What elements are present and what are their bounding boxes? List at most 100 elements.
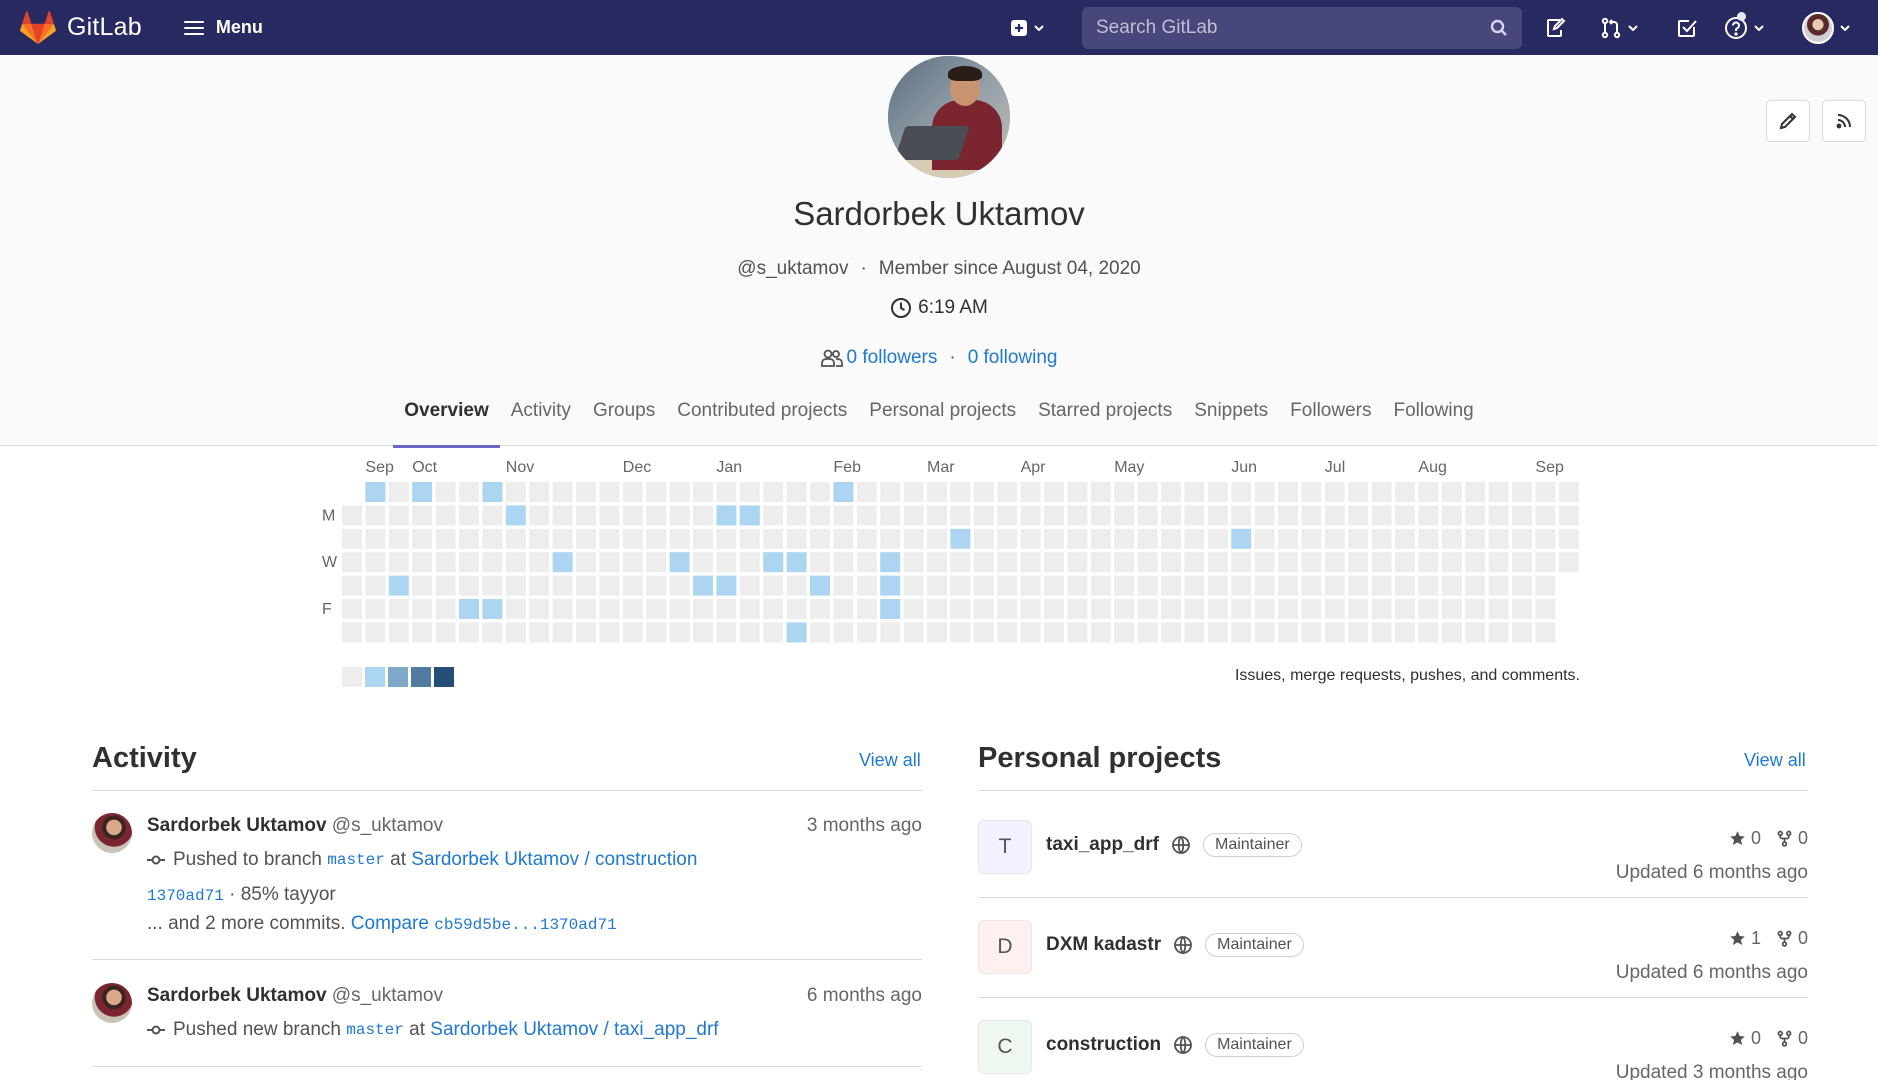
calendar-day-cell[interactable] [1324, 505, 1345, 526]
calendar-day-cell[interactable] [1254, 528, 1275, 549]
calendar-day-cell[interactable] [1114, 622, 1135, 643]
calendar-day-cell[interactable] [856, 528, 877, 549]
calendar-day-cell[interactable] [435, 575, 456, 596]
calendar-day-cell[interactable] [786, 552, 807, 573]
calendar-day-cell[interactable] [739, 552, 760, 573]
calendar-day-cell[interactable] [1371, 552, 1392, 573]
calendar-day-cell[interactable] [669, 575, 690, 596]
project-avatar[interactable]: C [978, 1020, 1032, 1074]
calendar-day-cell[interactable] [505, 575, 526, 596]
calendar-day-cell[interactable] [388, 528, 409, 549]
calendar-day-cell[interactable] [622, 622, 643, 643]
calendar-day-cell[interactable] [810, 482, 830, 502]
tab-starred-projects[interactable]: Starred projects [1027, 400, 1183, 436]
calendar-day-cell[interactable] [1488, 622, 1509, 643]
calendar-day-cell[interactable] [1512, 505, 1532, 526]
tab-overview[interactable]: Overview [393, 400, 500, 448]
calendar-day-cell[interactable] [1488, 599, 1509, 619]
calendar-day-cell[interactable] [1278, 552, 1298, 573]
star-count[interactable]: 0 [1751, 828, 1761, 849]
calendar-day-cell[interactable] [1137, 622, 1158, 643]
calendar-day-cell[interactable] [669, 482, 690, 502]
calendar-day-cell[interactable] [669, 505, 690, 526]
calendar-day-cell[interactable] [1067, 575, 1088, 596]
star-count[interactable]: 0 [1751, 1028, 1761, 1049]
calendar-day-cell[interactable] [997, 528, 1018, 549]
calendar-day-cell[interactable] [365, 505, 386, 526]
calendar-day-cell[interactable] [646, 482, 667, 502]
calendar-day-cell[interactable] [1371, 575, 1392, 596]
calendar-day-cell[interactable] [833, 528, 854, 549]
calendar-day-cell[interactable] [997, 599, 1018, 619]
calendar-day-cell[interactable] [552, 552, 573, 573]
calendar-day-cell[interactable] [903, 552, 924, 573]
calendar-day-cell[interactable] [622, 505, 643, 526]
calendar-day-cell[interactable] [1395, 505, 1415, 526]
calendar-day-cell[interactable] [1395, 528, 1415, 549]
calendar-day-cell[interactable] [763, 599, 784, 619]
calendar-day-cell[interactable] [388, 552, 409, 573]
calendar-day-cell[interactable] [1278, 575, 1298, 596]
calendar-day-cell[interactable] [599, 622, 620, 643]
commit-sha-link[interactable]: 1370ad71 [147, 884, 224, 906]
calendar-day-cell[interactable] [342, 505, 362, 526]
calendar-day-cell[interactable] [1535, 599, 1556, 619]
calendar-day-cell[interactable] [833, 505, 854, 526]
calendar-day-cell[interactable] [646, 528, 667, 549]
calendar-day-cell[interactable] [1231, 575, 1252, 596]
calendar-day-cell[interactable] [1254, 505, 1275, 526]
calendar-day-cell[interactable] [342, 575, 362, 596]
fork-count[interactable]: 0 [1798, 928, 1808, 949]
calendar-day-cell[interactable] [435, 599, 456, 619]
calendar-day-cell[interactable] [669, 599, 690, 619]
rss-feed-button[interactable] [1822, 100, 1866, 142]
calendar-day-cell[interactable] [482, 622, 503, 643]
merge-requests-dropdown[interactable] [1600, 12, 1638, 44]
calendar-day-cell[interactable] [1207, 575, 1228, 596]
calendar-day-cell[interactable] [1184, 575, 1205, 596]
calendar-day-cell[interactable] [1465, 575, 1486, 596]
calendar-day-cell[interactable] [997, 622, 1018, 643]
calendar-day-cell[interactable] [1512, 552, 1532, 573]
calendar-day-cell[interactable] [903, 599, 924, 619]
calendar-day-cell[interactable] [880, 599, 901, 619]
calendar-day-cell[interactable] [435, 505, 456, 526]
calendar-day-cell[interactable] [646, 622, 667, 643]
calendar-day-cell[interactable] [459, 622, 479, 643]
calendar-day-cell[interactable] [342, 599, 362, 619]
calendar-day-cell[interactable] [810, 599, 830, 619]
calendar-day-cell[interactable] [1020, 622, 1041, 643]
calendar-day-cell[interactable] [576, 552, 596, 573]
calendar-day-cell[interactable] [576, 575, 596, 596]
calendar-day-cell[interactable] [880, 552, 901, 573]
calendar-day-cell[interactable] [973, 575, 994, 596]
calendar-day-cell[interactable] [1207, 552, 1228, 573]
calendar-day-cell[interactable] [1278, 482, 1298, 502]
calendar-day-cell[interactable] [1114, 482, 1135, 502]
calendar-day-cell[interactable] [880, 575, 901, 596]
issues-nav-button[interactable] [1545, 12, 1567, 44]
help-dropdown[interactable] [1724, 12, 1764, 44]
calendar-day-cell[interactable] [1161, 482, 1181, 502]
calendar-day-cell[interactable] [1418, 505, 1439, 526]
calendar-day-cell[interactable] [810, 505, 830, 526]
calendar-day-cell[interactable] [1278, 599, 1298, 619]
calendar-day-cell[interactable] [576, 505, 596, 526]
calendar-day-cell[interactable] [950, 528, 971, 549]
calendar-day-cell[interactable] [1488, 482, 1509, 502]
calendar-day-cell[interactable] [973, 622, 994, 643]
calendar-day-cell[interactable] [880, 622, 901, 643]
calendar-day-cell[interactable] [1488, 575, 1509, 596]
calendar-day-cell[interactable] [622, 528, 643, 549]
calendar-day-cell[interactable] [973, 552, 994, 573]
calendar-day-cell[interactable] [1254, 575, 1275, 596]
project-name-link[interactable]: DXM kadastr [1046, 934, 1161, 956]
calendar-day-cell[interactable] [1348, 482, 1369, 502]
calendar-day-cell[interactable] [646, 552, 667, 573]
calendar-day-cell[interactable] [1488, 505, 1509, 526]
calendar-day-cell[interactable] [1207, 622, 1228, 643]
calendar-day-cell[interactable] [1067, 622, 1088, 643]
calendar-day-cell[interactable] [1161, 599, 1181, 619]
tab-activity[interactable]: Activity [500, 400, 582, 436]
calendar-day-cell[interactable] [1137, 575, 1158, 596]
